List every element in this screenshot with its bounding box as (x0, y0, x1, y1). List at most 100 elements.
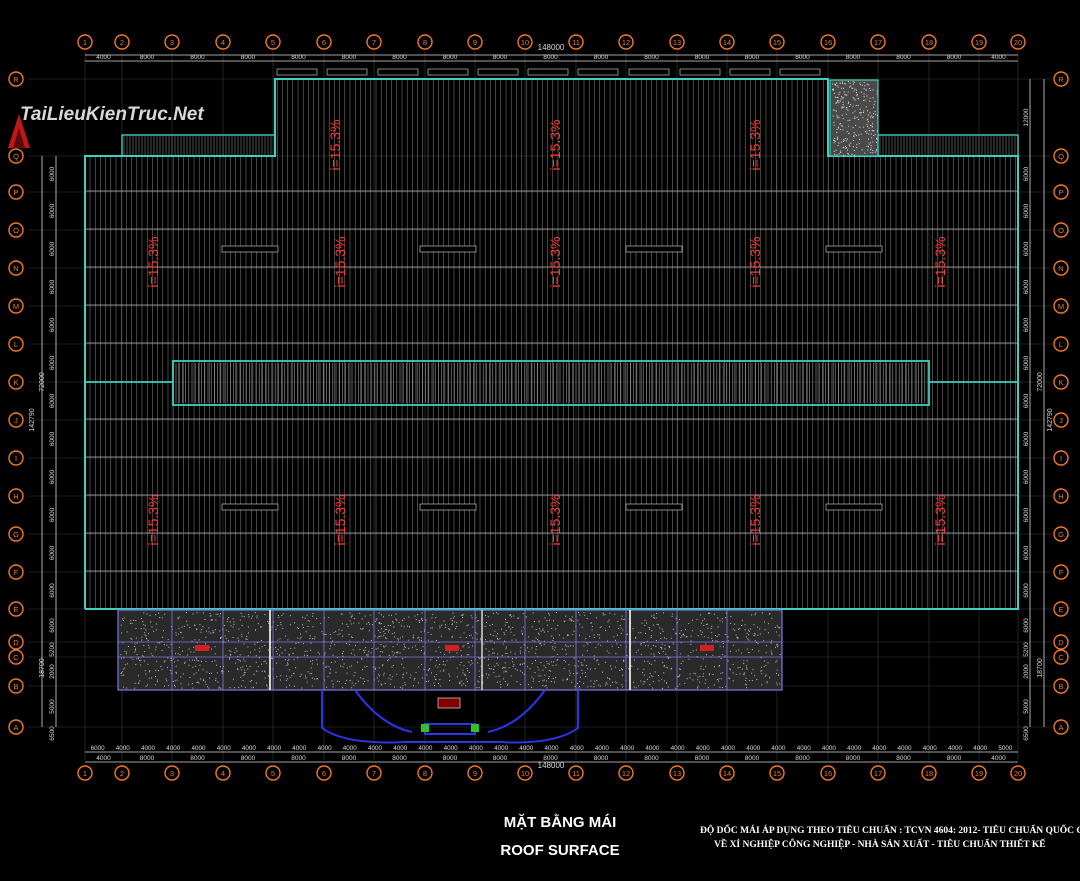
annex-hatch-dot (326, 634, 327, 635)
annex-hatch-dot (569, 670, 570, 671)
annex-hatch-dot (568, 646, 569, 647)
annex-hatch-dot (690, 674, 691, 675)
annex-hatch-dot (257, 615, 258, 616)
annex-hatch-dot (730, 669, 731, 670)
annex-hatch-dot (736, 674, 737, 675)
hatch-dot (845, 84, 846, 85)
annex-hatch-dot (684, 683, 685, 684)
annex-hatch-dot (346, 680, 347, 681)
annex-hatch-dot (351, 666, 352, 667)
hatch-dot (873, 113, 874, 114)
hatch-dot (871, 116, 872, 117)
bottom-bay-dim: 8000 (291, 755, 306, 762)
hatch-dot (835, 141, 836, 142)
hatch-dot (833, 110, 834, 111)
annex-hatch-dot (241, 669, 242, 670)
annex-hatch-dot (436, 660, 437, 661)
bottom-bay-dim: 8000 (745, 755, 760, 762)
annex-hatch-dot (208, 688, 209, 689)
annex-hatch-dot (549, 676, 550, 677)
annex-hatch-dot (643, 669, 644, 670)
annex-hatch-dot (401, 625, 402, 626)
annex-hatch-dot (601, 626, 602, 627)
annex-hatch-dot (671, 668, 672, 669)
annex-hatch-dot (303, 643, 304, 644)
annex-hatch-dot (776, 632, 777, 633)
annex-hatch-dot (184, 663, 185, 664)
annex-hatch-dot (718, 626, 719, 627)
right-row-dim: 6000 (1023, 203, 1030, 218)
panel-tag (327, 69, 367, 75)
annex-hatch-dot (456, 622, 457, 623)
annex-hatch-dot (723, 643, 724, 644)
annex-hatch-dot (340, 666, 341, 667)
annex-hatch-dot (188, 665, 189, 666)
annex-hatch-dot (383, 631, 384, 632)
annex-hatch-dot (372, 648, 373, 649)
annex-hatch-dot (417, 638, 418, 639)
hatch-dot (872, 152, 873, 153)
hatch-dot (871, 145, 872, 146)
top-bay-dim: 8000 (594, 54, 609, 61)
annex-hatch-dot (300, 634, 301, 635)
bottom-sub-dim: 5000 (998, 745, 1013, 752)
bottom-sub-dim: 4000 (923, 745, 938, 752)
annex-hatch-dot (242, 625, 243, 626)
hatch-dot (859, 143, 860, 144)
annex-hatch-dot (230, 655, 231, 656)
annex-hatch-dot (381, 636, 382, 637)
annex-hatch-dot (572, 634, 573, 635)
grid-bubble-top-label: 11 (572, 38, 580, 47)
annex-hatch-dot (141, 618, 142, 619)
annex-hatch-dot (381, 684, 382, 685)
hatch-dot (873, 135, 874, 136)
annex-hatch-dot (649, 677, 650, 678)
annex-hatch-dot (761, 684, 762, 685)
annex-hatch-dot (568, 664, 569, 665)
annex-hatch-dot (328, 676, 329, 677)
annex-hatch-dot (751, 673, 752, 674)
hatch-dot (841, 96, 842, 97)
annex-hatch-dot (459, 683, 460, 684)
annex-hatch-dot (331, 662, 332, 663)
annex-hatch-dot (440, 671, 441, 672)
annex-hatch-dot (711, 626, 712, 627)
annex-hatch-dot (404, 626, 405, 627)
annex-hatch-dot (573, 646, 574, 647)
annex-hatch-dot (439, 628, 440, 629)
annex-hatch-dot (738, 629, 739, 630)
annex-hatch-dot (552, 648, 553, 649)
bottom-sub-dim: 4000 (671, 745, 686, 752)
annex-hatch-dot (301, 674, 302, 675)
annex-hatch-dot (148, 640, 149, 641)
annex-hatch-dot (623, 619, 624, 620)
hatch-dot (875, 114, 876, 115)
annex-hatch-dot (611, 669, 612, 670)
annex-hatch-dot (426, 620, 427, 621)
hatch-dot (847, 150, 848, 151)
annex-hatch-dot (125, 664, 126, 665)
annex-hatch-dot (622, 616, 623, 617)
annex-hatch-dot (528, 637, 529, 638)
hatch-dot (840, 123, 841, 124)
hatch-dot (849, 144, 850, 145)
annex-hatch-dot (471, 660, 472, 661)
annex-hatch-dot (375, 669, 376, 670)
annex-hatch-dot (493, 672, 494, 673)
annex-hatch-dot (734, 624, 735, 625)
annex-hatch-dot (290, 648, 291, 649)
right-row-dim: 6000 (1023, 618, 1030, 633)
annex-hatch-dot (649, 629, 650, 630)
annex-hatch-dot (638, 632, 639, 633)
annex-hatch-dot (248, 626, 249, 627)
annex-hatch-dot (285, 636, 286, 637)
annex-hatch-dot (328, 617, 329, 618)
grid-bubble-left-label: N (13, 264, 18, 273)
hatch-dot (835, 84, 836, 85)
hatch-dot (853, 146, 854, 147)
annex-hatch-dot (193, 647, 194, 648)
annex-hatch-dot (745, 629, 746, 630)
annex-hatch-dot (234, 624, 235, 625)
annex-hatch-dot (449, 652, 450, 653)
annex-hatch-dot (570, 645, 571, 646)
